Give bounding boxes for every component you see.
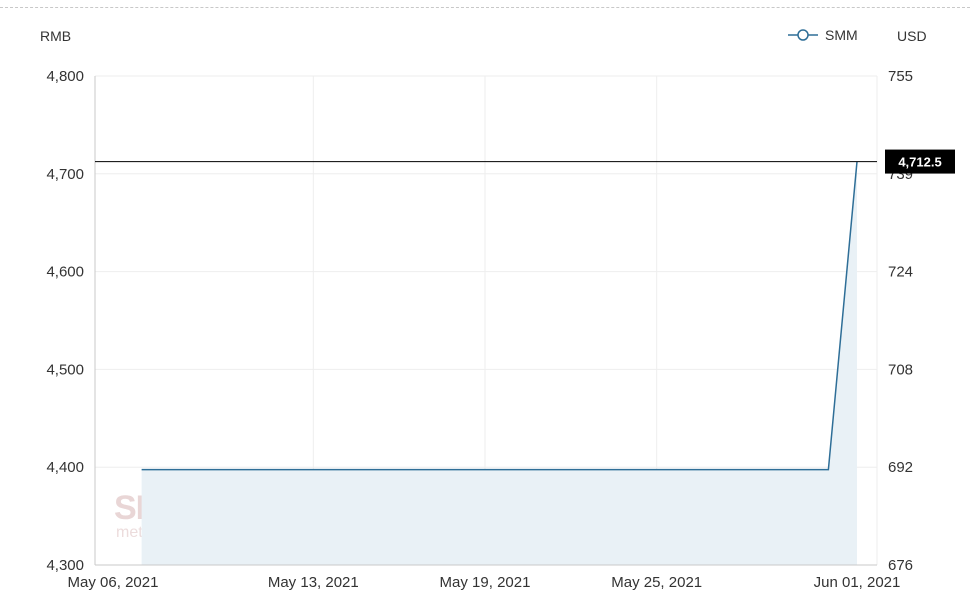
y-left-tick-label: 4,400 <box>46 459 84 476</box>
y-left-tick-label: 4,700 <box>46 166 84 183</box>
y-left-tick-label: 4,800 <box>46 68 84 85</box>
series-area <box>141 161 858 565</box>
price-chart[interactable]: SMM metal.com 4,3004,4004,5004,6004,7004… <box>0 0 970 606</box>
x-tick-label: May 06, 2021 <box>68 574 159 591</box>
series-line <box>141 161 858 471</box>
x-tick-label: May 19, 2021 <box>440 574 531 591</box>
y-left-tick-label: 4,500 <box>46 361 84 378</box>
current-price-marker: 4,712.5 <box>95 149 955 174</box>
series <box>141 161 858 565</box>
y-right-tick-label: 676 <box>888 557 913 574</box>
x-tick-label: May 13, 2021 <box>268 574 359 591</box>
x-tick-label: May 25, 2021 <box>611 574 702 591</box>
y-right-tick-label: 755 <box>888 68 913 85</box>
y-left-tick-label: 4,300 <box>46 557 84 574</box>
y-right-tick-label: 692 <box>888 459 913 476</box>
y-right-tick-label: 708 <box>888 361 913 378</box>
current-price-label: 4,712.5 <box>898 155 941 170</box>
y-right-tick-label: 724 <box>888 264 913 281</box>
y-left-tick-label: 4,600 <box>46 264 84 281</box>
x-tick-label: Jun 01, 2021 <box>814 574 901 591</box>
